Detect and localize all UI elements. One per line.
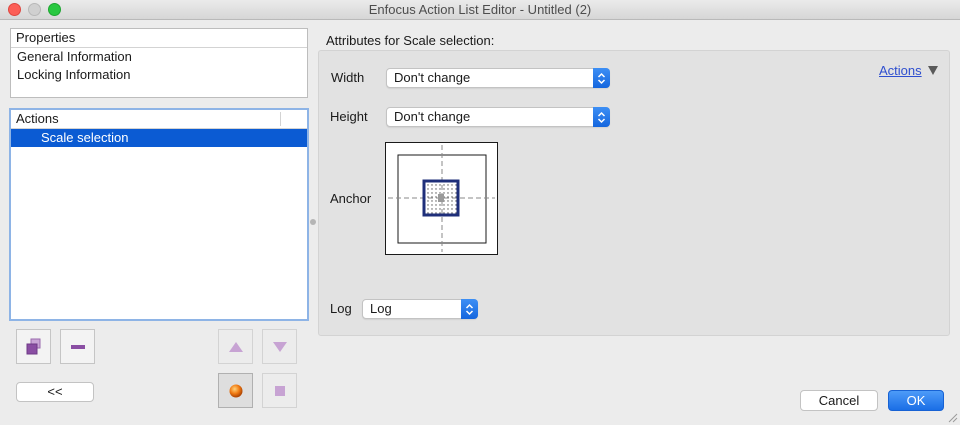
splitter-handle[interactable] [310,219,316,225]
duplicate-icon [26,338,40,354]
triangle-up-icon [228,341,243,352]
triangle-down-icon [272,341,287,352]
move-down-button[interactable] [262,329,297,364]
resize-grip-icon[interactable] [948,413,958,423]
anchor-diagram [388,145,495,252]
width-select[interactable]: Don't change [386,68,610,88]
anchor-picker[interactable] [385,142,498,255]
actions-header: Actions [11,110,307,129]
properties-item-general[interactable]: General Information [11,48,307,66]
actions-menu-link[interactable]: Actions [879,63,922,78]
properties-list[interactable]: Properties General Information Locking I… [10,28,308,98]
minus-icon [70,344,85,349]
action-item-scale-selection[interactable]: Scale selection [11,129,307,147]
height-select-value: Don't change [394,109,471,124]
log-select[interactable]: Log [362,299,478,319]
title-bar: Enfocus Action List Editor - Untitled (2… [0,0,960,20]
height-select[interactable]: Don't change [386,107,610,127]
cancel-button[interactable]: Cancel [800,390,878,411]
properties-item-locking[interactable]: Locking Information [11,66,307,84]
width-label: Width [331,70,365,85]
actions-header-label: Actions [16,111,59,126]
updown-chevron-icon [593,107,610,127]
log-label: Log [330,301,352,316]
remove-action-button[interactable] [60,329,95,364]
move-up-button[interactable] [218,329,253,364]
ok-button[interactable]: OK [888,390,944,411]
orange-ball-icon [229,384,242,397]
header-separator [280,112,281,126]
run-action-button[interactable] [218,373,253,408]
updown-chevron-icon [593,68,610,88]
width-select-value: Don't change [394,70,471,85]
log-select-value: Log [370,301,392,316]
properties-header: Properties [11,29,307,48]
triangle-down-icon[interactable] [928,66,938,75]
anchor-label: Anchor [330,191,372,206]
updown-chevron-icon [461,299,478,319]
attributes-title: Attributes for Scale selection: [326,33,495,48]
square-icon [274,385,285,396]
stop-button[interactable] [262,373,297,408]
collapse-button[interactable]: << [16,382,94,402]
actions-list[interactable]: Actions Scale selection [9,108,309,321]
window-title: Enfocus Action List Editor - Untitled (2… [368,2,592,17]
height-label: Height [330,109,368,124]
duplicate-action-button[interactable] [16,329,51,364]
